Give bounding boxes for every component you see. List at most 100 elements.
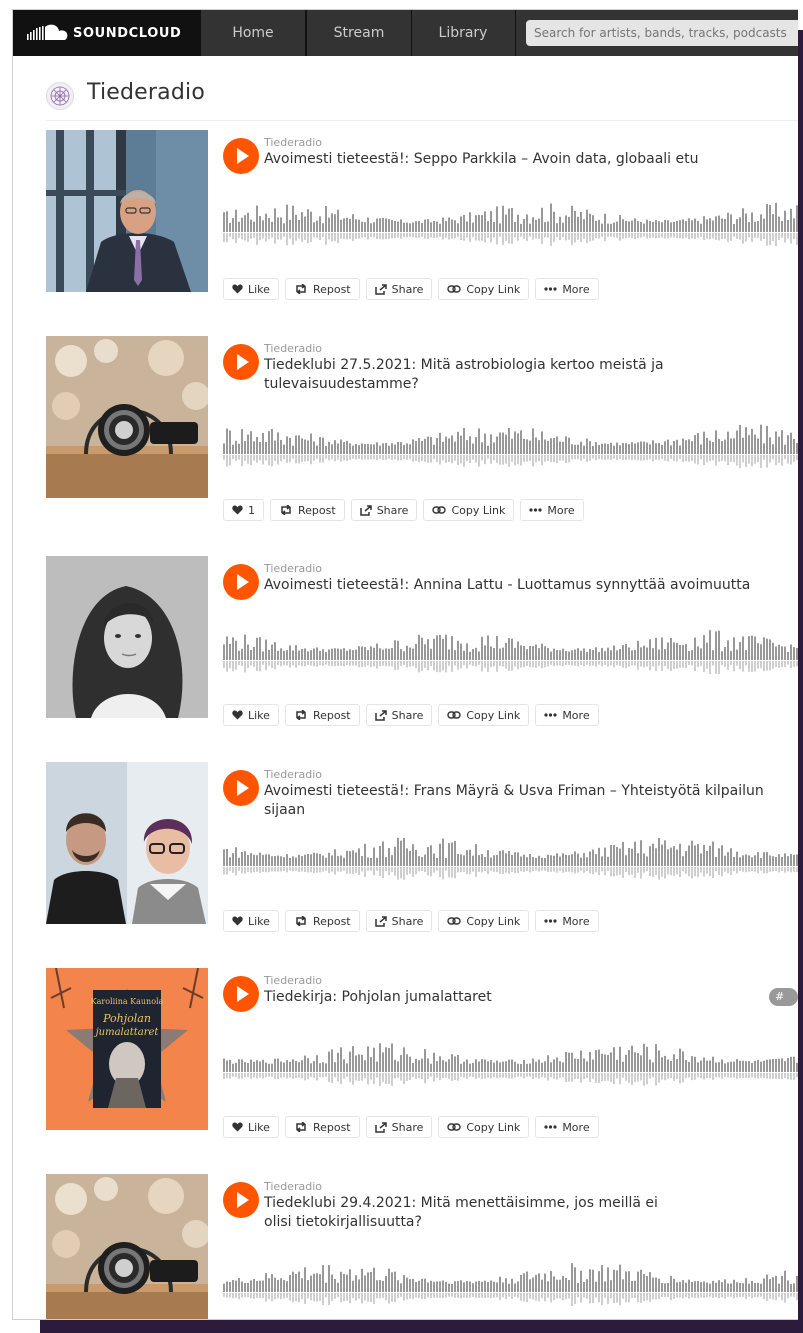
- more-dots-icon: [544, 287, 557, 291]
- like-label: Like: [248, 914, 270, 928]
- like-count: 1: [248, 503, 255, 517]
- share-button[interactable]: Share: [365, 704, 433, 726]
- track-title[interactable]: Avoimesti tieteestä!: Seppo Parkkila – A…: [264, 150, 794, 169]
- more-dots-icon: [544, 919, 557, 923]
- copy-link-label: Copy Link: [466, 282, 521, 296]
- track-title[interactable]: Tiedeklubi 27.5.2021: Mitä astrobiologia…: [264, 356, 684, 394]
- more-dots-icon: [529, 508, 542, 512]
- repost-icon: [296, 284, 306, 294]
- nav-stream[interactable]: Stream: [306, 10, 412, 56]
- more-button[interactable]: More: [535, 910, 599, 932]
- track-artwork[interactable]: [46, 336, 208, 498]
- share-label: Share: [376, 503, 409, 517]
- like-button[interactable]: Like: [223, 704, 279, 726]
- track-uploader[interactable]: Tiederadio: [264, 562, 322, 575]
- share-button[interactable]: Share: [365, 278, 433, 300]
- waveform[interactable]: [223, 420, 798, 468]
- like-button[interactable]: Like: [223, 1116, 279, 1138]
- track-uploader[interactable]: Tiederadio: [264, 136, 322, 149]
- portrait-image: [46, 762, 208, 924]
- book-title-line1: Pohjolan: [102, 1012, 151, 1025]
- repost-icon: [296, 1122, 306, 1132]
- soundcloud-logo[interactable]: SOUNDCLOUD: [13, 10, 201, 56]
- repost-label: Repost: [312, 282, 351, 296]
- track-uploader[interactable]: Tiederadio: [264, 1180, 322, 1193]
- track-uploader[interactable]: Tiederadio: [264, 974, 322, 987]
- like-label: Like: [248, 1120, 270, 1134]
- track-item: Tiederadio Avoimesti tieteestä!: Annina …: [13, 556, 798, 726]
- heart-icon: [232, 284, 243, 294]
- play-button[interactable]: [223, 344, 259, 380]
- share-icon: [374, 915, 387, 927]
- share-label: Share: [391, 708, 424, 722]
- play-button[interactable]: [223, 770, 259, 806]
- track-actions: Like Repost Share Copy Link More: [223, 1116, 599, 1138]
- nav-library[interactable]: Library: [411, 10, 516, 56]
- soundcloud-cloud-icon: [27, 24, 68, 40]
- track-artwork[interactable]: Karoliina Kaunola Pohjolan jumalattaret: [46, 968, 208, 1130]
- repost-button[interactable]: Repost: [270, 499, 345, 521]
- more-button[interactable]: More: [520, 499, 584, 521]
- track-artwork[interactable]: [46, 130, 208, 292]
- like-button[interactable]: 1: [223, 499, 264, 521]
- tag-badge[interactable]: # ka: [769, 988, 798, 1021]
- play-button[interactable]: [223, 138, 259, 174]
- copy-link-button[interactable]: Copy Link: [438, 278, 530, 300]
- soundcloud-widget: SOUNDCLOUD Home Stream Library Tiederadi…: [12, 9, 798, 1320]
- track-actions: Like Repost Share Copy Link More: [223, 910, 599, 932]
- track-artwork[interactable]: [46, 556, 208, 718]
- link-icon: [447, 711, 462, 719]
- track-artwork[interactable]: [46, 762, 208, 924]
- track-title[interactable]: Avoimesti tieteestä!: Annina Lattu - Luo…: [264, 576, 794, 595]
- repost-button[interactable]: Repost: [284, 1116, 360, 1138]
- repost-button[interactable]: Repost: [284, 910, 360, 932]
- share-icon: [374, 709, 387, 721]
- track-title[interactable]: Avoimesti tieteestä!: Frans Mäyrä & Usva…: [264, 782, 794, 820]
- more-button[interactable]: More: [535, 704, 599, 726]
- waveform[interactable]: [223, 832, 798, 880]
- copy-link-button[interactable]: Copy Link: [438, 910, 530, 932]
- share-icon: [359, 504, 372, 516]
- more-dots-icon: [544, 1125, 557, 1129]
- more-button[interactable]: More: [535, 278, 599, 300]
- backdrop: [40, 1318, 803, 1333]
- track-uploader[interactable]: Tiederadio: [264, 768, 322, 781]
- copy-link-button[interactable]: Copy Link: [438, 1116, 530, 1138]
- copy-link-button[interactable]: Copy Link: [438, 704, 530, 726]
- track-title[interactable]: Tiedeklubi 29.4.2021: Mitä menettäisimme…: [264, 1194, 684, 1232]
- track-uploader[interactable]: Tiederadio: [264, 342, 322, 355]
- like-button[interactable]: Like: [223, 278, 279, 300]
- track-item: Tiederadio Avoimesti tieteestä!: Seppo P…: [13, 130, 798, 300]
- track-actions: Like Repost Share Copy Link More: [223, 704, 599, 726]
- like-button[interactable]: Like: [223, 910, 279, 932]
- track-title[interactable]: Tiedekirja: Pohjolan jumalattaret: [264, 988, 794, 1007]
- divider: [46, 120, 798, 121]
- link-icon: [447, 285, 462, 293]
- share-button[interactable]: Share: [365, 910, 433, 932]
- user-name[interactable]: Tiederadio: [87, 80, 205, 105]
- waveform[interactable]: [223, 198, 798, 246]
- nav-home[interactable]: Home: [201, 10, 306, 56]
- copy-link-button[interactable]: Copy Link: [423, 499, 515, 521]
- search-input[interactable]: [526, 20, 798, 46]
- mandala-icon: [50, 86, 70, 106]
- user-avatar[interactable]: [46, 82, 74, 110]
- waveform[interactable]: [223, 1258, 798, 1306]
- heart-icon: [232, 916, 243, 926]
- play-button[interactable]: [223, 1182, 259, 1218]
- link-icon: [432, 506, 447, 514]
- play-button[interactable]: [223, 564, 259, 600]
- more-label: More: [562, 914, 590, 928]
- share-button[interactable]: Share: [350, 499, 418, 521]
- repost-button[interactable]: Repost: [284, 704, 360, 726]
- waveform[interactable]: [223, 1038, 798, 1086]
- play-button[interactable]: [223, 976, 259, 1012]
- book-cover-image: Karoliina Kaunola Pohjolan jumalattaret: [46, 968, 208, 1130]
- share-label: Share: [391, 914, 424, 928]
- repost-button[interactable]: Repost: [284, 278, 360, 300]
- waveform[interactable]: [223, 626, 798, 674]
- share-label: Share: [391, 1120, 424, 1134]
- track-artwork[interactable]: [46, 1174, 208, 1319]
- share-button[interactable]: Share: [365, 1116, 433, 1138]
- more-button[interactable]: More: [535, 1116, 599, 1138]
